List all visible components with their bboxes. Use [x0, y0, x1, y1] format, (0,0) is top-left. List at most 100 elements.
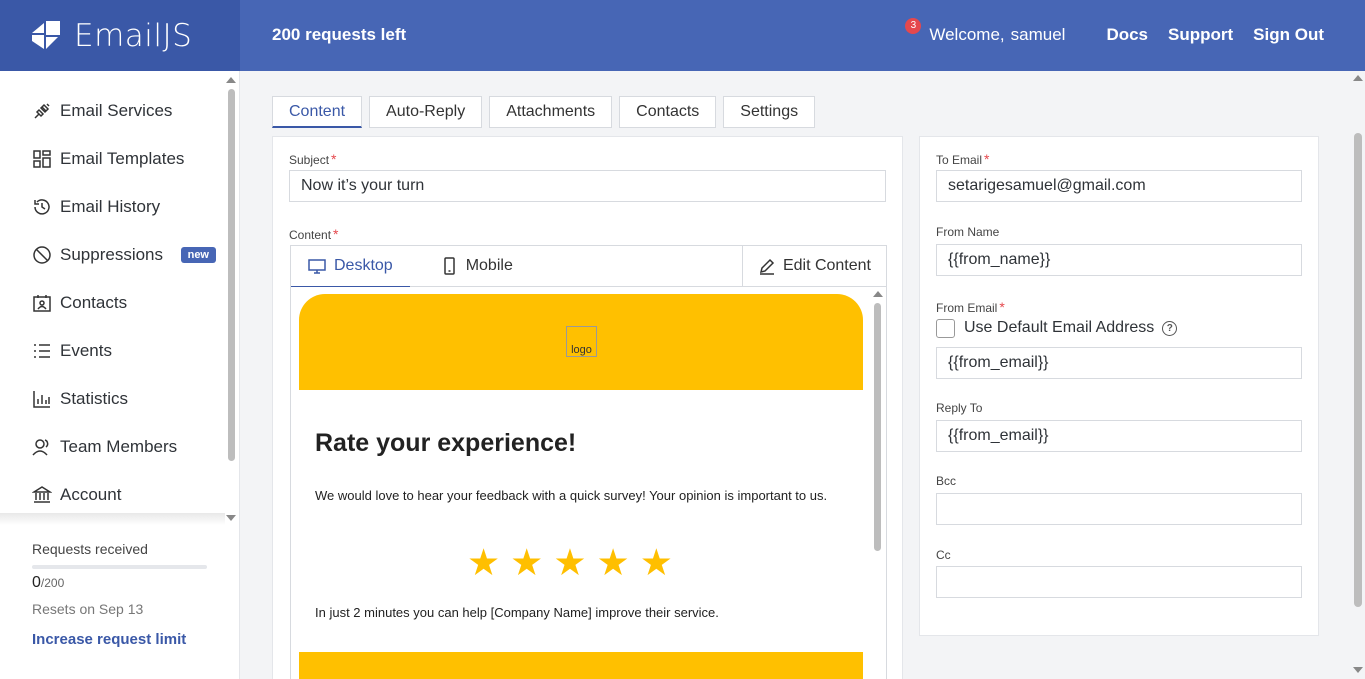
- star-rating: ★ ★ ★ ★ ★: [467, 543, 683, 583]
- subject-label: Subject *: [289, 151, 336, 167]
- desktop-icon: [308, 258, 326, 274]
- subject-input[interactable]: Now it’s your turn: [289, 170, 886, 202]
- tab-auto-reply[interactable]: Auto-Reply: [369, 96, 483, 128]
- header-nav: 3 Welcome, samuel Docs Support Sign Out: [905, 18, 1324, 45]
- bcc-input[interactable]: [936, 493, 1302, 525]
- star-icon[interactable]: ★: [597, 543, 630, 583]
- sidebar-item-label: Contacts: [60, 293, 128, 312]
- bcc-label: Bcc: [936, 474, 957, 488]
- sidebar-item-contacts[interactable]: Contacts: [32, 291, 222, 315]
- sidebar-item-email-templates[interactable]: Email Templates: [32, 147, 222, 171]
- help-icon[interactable]: ?: [1162, 320, 1178, 336]
- sidebar-item-team-members[interactable]: Team Members: [32, 435, 222, 459]
- main-scrollbar[interactable]: [1353, 71, 1363, 679]
- sidebar-item-email-history[interactable]: Email History: [32, 195, 222, 219]
- reply-to-input[interactable]: {{from_email}}: [936, 420, 1302, 452]
- top-header: EmailJS 200 requests left 3 Welcome, sam…: [0, 0, 1365, 71]
- sidebar-item-email-services[interactable]: Email Services: [32, 99, 222, 123]
- use-default-email-label: Use Default Email Address?: [964, 319, 1178, 337]
- from-email-label-text: From Email: [936, 301, 998, 315]
- edit-content-button[interactable]: Edit Content: [741, 246, 886, 286]
- editor-view-tabs: Desktop Mobile Edit Content: [291, 246, 886, 287]
- sidebar-item-label: Statistics: [60, 389, 129, 408]
- star-icon[interactable]: ★: [467, 543, 500, 583]
- template-tabs: Content Auto-Reply Attachments Contacts …: [272, 96, 822, 128]
- sidebar: Email Services Email Templates Email His…: [0, 71, 240, 679]
- docs-link[interactable]: Docs: [1106, 25, 1148, 45]
- welcome-text: Welcome,: [929, 25, 1005, 44]
- tab-attachments[interactable]: Attachments: [489, 96, 613, 128]
- notification-badge[interactable]: 3: [905, 18, 922, 34]
- brand-logo[interactable]: EmailJS: [0, 0, 240, 71]
- content-editor: Desktop Mobile Edit Content logo Rate yo…: [290, 245, 887, 679]
- sidebar-item-label: Team Members: [60, 437, 178, 456]
- tab-desktop[interactable]: Desktop: [291, 246, 410, 287]
- sidebar-item-label: Account: [60, 485, 122, 504]
- edit-content-label: Edit Content: [782, 257, 871, 274]
- scroll-up-arrow-icon[interactable]: [873, 291, 883, 297]
- tab-contacts[interactable]: Contacts: [619, 96, 717, 128]
- required-marker: *: [984, 151, 990, 167]
- logo-image-placeholder: logo: [566, 326, 597, 357]
- email-preview: logo Rate your experience! We would love…: [291, 287, 886, 679]
- star-icon[interactable]: ★: [510, 543, 543, 583]
- use-default-email-checkbox[interactable]: [936, 319, 955, 338]
- content-label-text: Content: [289, 228, 332, 242]
- mobile-icon: [443, 257, 455, 275]
- plug-icon: [34, 103, 50, 119]
- required-marker: *: [999, 299, 1005, 315]
- usage-label: Requests received: [32, 541, 148, 557]
- tab-content[interactable]: Content: [272, 96, 363, 128]
- required-marker: *: [331, 151, 337, 167]
- main-scroll-thumb[interactable]: [1354, 133, 1362, 607]
- block-icon: [33, 246, 51, 264]
- list-icon: [34, 344, 50, 358]
- username: samuel: [1010, 25, 1066, 44]
- tab-settings[interactable]: Settings: [723, 96, 816, 128]
- to-email-input[interactable]: setarigesamuel@gmail.com: [936, 170, 1302, 202]
- scroll-down-arrow-icon[interactable]: [1353, 667, 1363, 673]
- usage-reset-date: Resets on Sep 13: [32, 601, 144, 617]
- scroll-down-arrow-icon[interactable]: [226, 515, 236, 521]
- sidebar-scrollbar[interactable]: [226, 75, 236, 521]
- usage-count: 0/200: [32, 574, 212, 592]
- sidebar-item-label: Suppressions: [60, 245, 164, 264]
- cc-label: Cc: [936, 548, 951, 562]
- sidebar-item-statistics[interactable]: Statistics: [32, 387, 222, 411]
- sidebar-item-events[interactable]: Events: [32, 339, 222, 363]
- preview-header-banner: logo: [299, 294, 863, 390]
- cc-input[interactable]: [936, 566, 1302, 598]
- star-icon[interactable]: ★: [553, 543, 586, 583]
- brand-name: EmailJS: [74, 17, 193, 54]
- sign-out-link[interactable]: Sign Out: [1253, 25, 1324, 45]
- preview-scrollbar[interactable]: [873, 287, 883, 679]
- from-name-input[interactable]: {{from_name}}: [936, 244, 1302, 276]
- preview-title: Rate your experience!: [315, 429, 577, 457]
- sidebar-scroll-thumb[interactable]: [228, 89, 235, 461]
- scroll-up-arrow-icon[interactable]: [1353, 75, 1363, 81]
- usage-count-value: 0: [32, 574, 41, 591]
- increase-limit-link[interactable]: Increase request limit: [32, 631, 212, 648]
- support-link[interactable]: Support: [1168, 25, 1233, 45]
- tab-mobile[interactable]: Mobile: [440, 246, 513, 287]
- emailjs-logo-icon: [30, 20, 62, 51]
- sidebar-item-account[interactable]: Account: [32, 483, 222, 507]
- preview-scroll-thumb[interactable]: [874, 303, 881, 551]
- from-name-label: From Name: [936, 225, 1000, 239]
- team-icon: [32, 439, 49, 456]
- scroll-up-arrow-icon[interactable]: [226, 77, 236, 83]
- star-icon[interactable]: ★: [640, 543, 673, 583]
- reply-to-label: Reply To: [936, 401, 983, 415]
- sidebar-divider: [0, 513, 225, 525]
- preview-text-2: In just 2 minutes you can help [Company …: [315, 605, 719, 620]
- to-email-label-text: To Email: [936, 153, 983, 167]
- new-badge: new: [180, 247, 216, 263]
- bank-icon: [32, 486, 52, 503]
- sidebar-item-suppressions[interactable]: Suppressions new: [32, 243, 222, 267]
- preview-footer-banner: [299, 652, 863, 679]
- chart-icon: [33, 391, 50, 408]
- pencil-icon: [759, 258, 774, 275]
- use-default-email-text: Use Default Email Address: [964, 319, 1155, 336]
- from-email-input[interactable]: {{from_email}}: [936, 347, 1302, 379]
- notification-area[interactable]: 3 Welcome,: [905, 18, 1010, 45]
